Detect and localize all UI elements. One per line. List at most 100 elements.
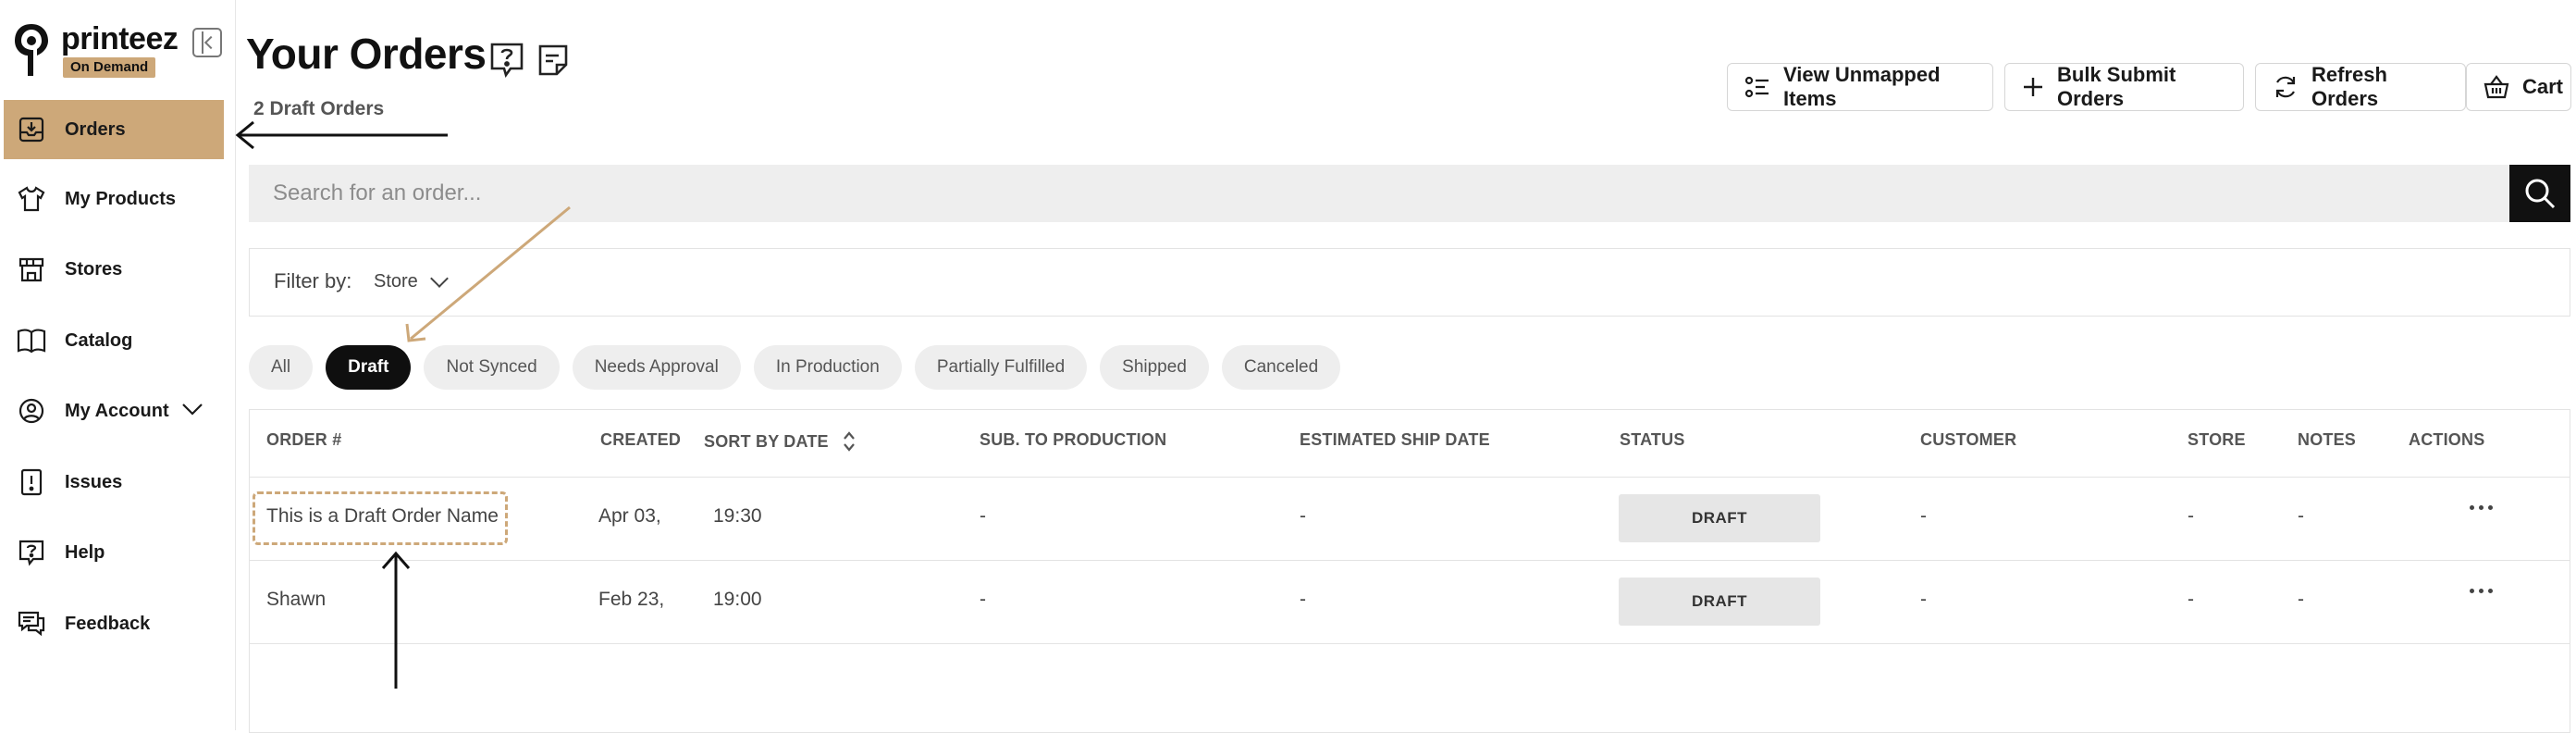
button-label: Cart [2522,75,2564,98]
column-header-notes: NOTES [2298,430,2357,449]
column-header-store: STORE [2188,430,2246,449]
column-header-actions: ACTIONS [2409,430,2485,449]
brand-logo[interactable]: printeez On Demand [13,20,198,80]
search-icon [2525,179,2556,209]
user-circle-icon [15,394,48,428]
notes: - [2298,505,2304,527]
sidebar-item-label: Issues [65,471,123,492]
collapse-sidebar-button[interactable] [192,28,222,57]
search-button[interactable] [2509,165,2570,222]
sidebar-item-help[interactable]: Help [4,523,224,582]
help-bubble-icon[interactable] [488,41,525,80]
sort-arrows-icon [843,431,855,452]
status-badge: DRAFT [1619,578,1820,626]
tab-in-production[interactable]: In Production [753,345,902,390]
order-name[interactable]: Shawn [266,589,326,611]
alert-document-icon [15,466,48,499]
sidebar-item-stores[interactable]: Stores [4,240,224,299]
tab-partially-fulfilled[interactable]: Partially Fulfilled [914,345,1088,390]
store-filter-value: Store [374,271,418,292]
notes: - [2298,589,2304,610]
tab-canceled[interactable]: Canceled [1221,345,1341,390]
column-header-sub-to-production: SUB. TO PRODUCTION [980,430,1167,449]
cart-button[interactable]: Cart [2466,63,2571,111]
store-icon [15,253,48,286]
plus-icon [2022,76,2044,98]
page-title: Your Orders [246,30,487,78]
column-header-sort-by-date[interactable]: SORT BY DATE [704,430,857,453]
sub-to-production: - [980,505,986,527]
button-label: View Unmapped Items [1783,63,1941,110]
sidebar-item-feedback[interactable]: Feedback [4,594,224,653]
sidebar-item-label: Stores [65,258,123,280]
tab-not-synced[interactable]: Not Synced [424,345,560,390]
tab-needs-approval[interactable]: Needs Approval [572,345,741,390]
tab-shipped[interactable]: Shipped [1100,345,1209,390]
bulk-submit-orders-button[interactable]: Bulk Submit Orders [2004,63,2244,111]
order-name[interactable]: This is a Draft Order Name [266,505,499,528]
chevron-left-icon [203,35,218,50]
table-divider [250,643,2570,644]
sort-label: SORT BY DATE [704,431,829,451]
feedback-icon [15,607,48,640]
created-time: 19:00 [713,589,762,610]
column-header-customer: CUSTOMER [1920,430,2017,449]
book-icon [15,324,48,357]
refresh-icon [2273,74,2299,100]
created-time: 19:30 [713,505,762,527]
tab-draft[interactable]: Draft [326,345,412,390]
sidebar-item-my-account[interactable]: My Account [4,381,224,441]
estimated-ship-date: - [1300,589,1306,610]
search-input[interactable] [249,165,2509,222]
filter-label: Filter by: [274,269,352,292]
help-bubble-icon [15,536,48,569]
customer: - [1920,505,1927,527]
sidebar-item-label: Help [65,541,105,563]
sidebar-item-label: Feedback [65,613,151,634]
table-row[interactable]: This is a Draft Order Name Apr 03, 19:30… [250,477,2570,561]
sub-to-production: - [980,589,986,610]
column-header-status: STATUS [1620,430,1685,449]
more-actions-icon[interactable] [2470,505,2493,510]
chevron-down-icon [429,268,449,288]
store: - [2188,505,2194,527]
button-label: Refresh Orders [2311,63,2387,110]
list-filter-icon [1744,75,1770,99]
created-date: Feb 23, [598,589,665,610]
printeez-logo-icon [15,24,48,76]
refresh-orders-button[interactable]: Refresh Orders [2255,63,2466,111]
created-date: Apr 03, [598,505,661,527]
estimated-ship-date: - [1300,505,1306,527]
sidebar-item-label: Catalog [65,329,133,351]
column-header-created: CREATED [600,430,682,449]
column-header-order: ORDER # [266,430,342,449]
more-actions-icon[interactable] [2470,589,2493,593]
sidebar: printeez On Demand Orders My Products St… [0,0,236,730]
sidebar-item-label: Orders [65,118,126,140]
orders-table: ORDER # CREATED SORT BY DATE SUB. TO PRO… [249,409,2570,733]
view-unmapped-items-button[interactable]: View Unmapped Items [1727,63,1993,111]
inbox-download-icon [15,113,48,146]
button-label: Bulk Submit Orders [2057,63,2176,110]
sidebar-item-orders[interactable]: Orders [4,100,224,159]
status-badge: DRAFT [1619,494,1820,542]
notes-icon[interactable] [535,41,572,80]
sidebar-item-my-products[interactable]: My Products [4,169,224,229]
basket-icon [2484,75,2509,99]
brand-badge: On Demand [63,57,156,78]
tshirt-icon [15,182,48,216]
customer: - [1920,589,1927,610]
sidebar-item-label: My Products [65,188,177,209]
store-filter-dropdown[interactable]: Store [374,268,449,292]
filter-bar: Filter by: Store [249,248,2570,317]
brand-name: printeez [61,21,179,56]
column-header-estimated-ship-date: ESTIMATED SHIP DATE [1300,430,1490,449]
tab-all[interactable]: All [249,345,314,390]
table-row[interactable]: Shawn Feb 23, 19:00 - - DRAFT - - - [250,560,2570,644]
sidebar-item-label: My Account [65,400,169,421]
sidebar-item-issues[interactable]: Issues [4,453,224,512]
sidebar-item-catalog[interactable]: Catalog [4,311,224,370]
status-tabs: All Draft Not Synced Needs Approval In P… [249,345,1353,390]
chevron-down-icon[interactable] [181,402,203,421]
store: - [2188,589,2194,610]
